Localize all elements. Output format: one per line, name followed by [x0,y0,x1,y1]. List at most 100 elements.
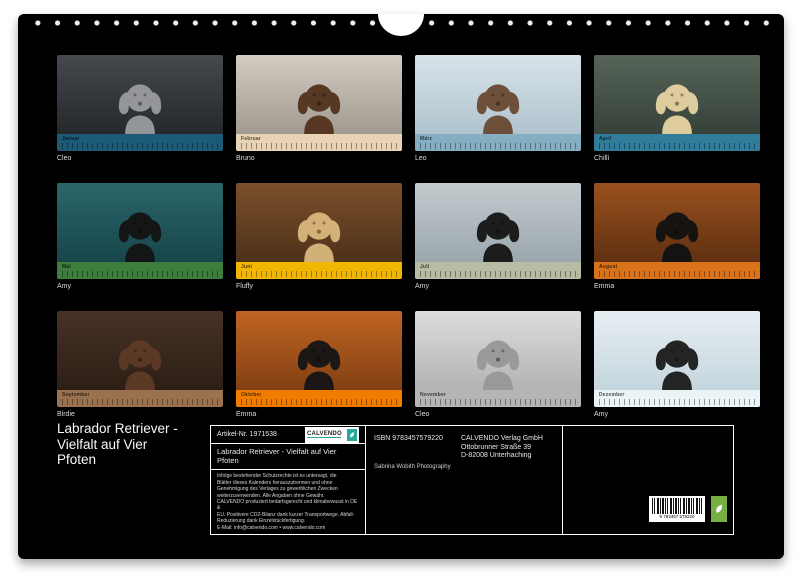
month-label: Oktober [236,390,402,398]
photographer-credit: Sabrina Wobith Photography [374,464,451,470]
month-cell: JanuarCleo [57,55,223,163]
legal-line: CALVENDO produziert bedarfsgerecht und k… [217,499,359,512]
month-band: April [594,134,760,151]
month-band: Mai [57,262,223,279]
hanger-notch [378,14,424,36]
dog-silhouette-icon [646,200,708,262]
publisher-line: CALVENDO Verlag GmbH [461,435,543,444]
dog-silhouette-icon [109,72,171,134]
month-label: September [57,390,223,398]
month-label: Juni [236,262,402,270]
dog-name-label: Cleo [415,411,581,419]
month-photo: Januar [57,55,223,151]
dog-silhouette-icon [288,200,350,262]
calvendo-tagline-line [307,437,341,439]
dog-name-label: Fluffy [236,283,402,291]
month-photo: Mai [57,183,223,279]
month-cell: MärzLeo [415,55,581,163]
month-band: Januar [57,134,223,151]
info-column-product: Artikel-Nr. 1971538 CALVENDO Labrador Re… [211,426,366,534]
legal-line: Genehmigung des Verlages zu gewerblichen… [217,486,359,492]
month-photo: März [415,55,581,151]
dog-silhouette-icon [467,328,529,390]
info-column-barcode: 9 783457 579220 [563,426,733,534]
month-cell: August Emma [594,183,760,291]
month-band: März [415,134,581,151]
legal-line: E-Mail: info@calvendo.com • www.calvendo… [217,525,359,531]
month-cell: Juli Amy [415,183,581,291]
day-ticks [420,271,576,277]
dog-silhouette-icon [467,72,529,134]
month-photo: Juni [236,183,402,279]
day-ticks [599,271,755,277]
barcode-bars [652,498,702,514]
publisher-line: Ottobrunner Straße 39 [461,444,543,453]
dog-name-label: Amy [594,411,760,419]
month-grid: JanuarCleo FebruarBruno MärzLeo AprilChi… [57,55,760,419]
calvendo-leaf-icon [347,429,357,441]
eco-leaf-icon [711,496,727,522]
month-band: Oktober [236,390,402,407]
month-label: April [594,134,760,142]
isbn-number: ISBN 9783457579220 [374,435,443,442]
dog-silhouette-icon [109,328,171,390]
month-cell: Oktober Emma [236,311,402,419]
month-photo: November [415,311,581,407]
dog-name-label: Emma [594,283,760,291]
info-column-publisher: ISBN 9783457579220 CALVENDO Verlag GmbH … [366,426,563,534]
product-photo-page: JanuarCleo FebruarBruno MärzLeo AprilChi… [0,0,800,577]
month-band: August [594,262,760,279]
day-ticks [62,271,218,277]
dog-silhouette-icon [288,328,350,390]
day-ticks [599,143,755,149]
calendar-title: Labrador Retriever - Vielfalt auf Vier P… [57,421,227,468]
article-number: Artikel-Nr. 1971538 [217,431,277,438]
month-cell: September Birdie [57,311,223,419]
month-photo: August [594,183,760,279]
day-ticks [241,399,397,405]
month-label: Dezember [594,390,760,398]
day-ticks [241,143,397,149]
month-cell: Februar Bruno [236,55,402,163]
day-ticks [62,399,218,405]
month-photo: Dezember [594,311,760,407]
month-cell: Juni Fluffy [236,183,402,291]
month-label: August [594,262,760,270]
month-label: Juli [415,262,581,270]
publisher-info-box: Artikel-Nr. 1971538 CALVENDO Labrador Re… [210,425,734,535]
month-band: Juni [236,262,402,279]
month-cell: November Cleo [415,311,581,419]
dog-name-label: Emma [236,411,402,419]
month-band: November [415,390,581,407]
dog-name-label: Birdie [57,411,223,419]
day-ticks [62,143,218,149]
month-label: Februar [236,134,402,142]
month-band: Dezember [594,390,760,407]
barcode: 9 783457 579220 [649,496,705,522]
day-ticks [420,399,576,405]
month-band: Februar [236,134,402,151]
dog-name-label: Amy [57,283,223,291]
calendar-title-line: Labrador Retriever - [57,421,227,437]
info-title: Labrador Retriever - Vielfalt auf Vier P… [211,444,365,470]
month-cell: Mai Amy [57,183,223,291]
publisher-line: D-82008 Unterhaching [461,452,543,461]
day-ticks [241,271,397,277]
calendar-title-line: Vielfalt auf Vier [57,437,227,453]
month-cell: April Chilli [594,55,760,163]
dog-name-label: Bruno [236,155,402,163]
month-band: Juli [415,262,581,279]
month-photo: April [594,55,760,151]
month-cell: Dezember Amy [594,311,760,419]
day-ticks [420,143,576,149]
calvendo-logo: CALVENDO [305,427,359,443]
month-band: September [57,390,223,407]
dog-name-label: Amy [415,283,581,291]
month-photo: September [57,311,223,407]
month-photo: Februar [236,55,402,151]
dog-name-label: Chilli [594,155,760,163]
day-ticks [599,399,755,405]
legal-text: Infolge bestehender Schutzrechte ist es … [211,470,365,534]
dog-silhouette-icon [288,72,350,134]
month-label: März [415,134,581,142]
